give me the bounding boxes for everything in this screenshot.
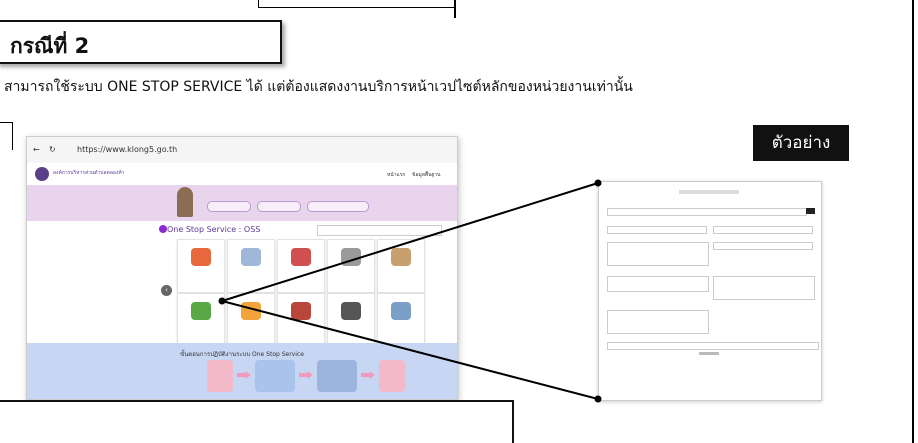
description-text: สามารถใช้ระบบ ONE STOP SERVICE ได้ แต่ต้…: [4, 79, 633, 95]
browser-address-bar: ← ↻ https://www.klong5.go.th: [27, 137, 457, 164]
bottom-panel: [0, 400, 514, 443]
oss-icon: [159, 225, 167, 233]
tree-icon: [191, 302, 211, 320]
form-textarea: [713, 276, 815, 300]
site-logo-icon: [35, 167, 49, 181]
calendar-icon: [341, 302, 361, 320]
carousel-prev-icon: ‹: [161, 285, 172, 296]
service-tile: [377, 239, 425, 293]
step-document-icon: [379, 360, 405, 392]
building-icon: [291, 248, 311, 266]
step-arrow-icon: [361, 371, 375, 379]
case-title-box: กรณีที่ 2: [0, 20, 282, 64]
camera-icon: [341, 248, 361, 266]
hero-field-2: [257, 201, 301, 212]
step-office-icon: [317, 360, 357, 392]
service-tile: [277, 293, 325, 347]
form-heading-bar: [679, 190, 739, 194]
site-name: องค์การบริหารส่วนตำบลคลองห้า: [53, 170, 125, 176]
nav-info: ข้อมูลพื้นฐาน: [412, 172, 441, 178]
form-submit-bar: [699, 352, 719, 355]
case-title: กรณีที่ 2: [10, 34, 90, 58]
hero-banner: [27, 185, 457, 221]
url-text: https://www.klong5.go.th: [77, 145, 178, 154]
step-arrow-icon: [299, 371, 313, 379]
step-meeting-icon: [255, 360, 295, 392]
form-input: [713, 242, 813, 250]
form-search-button: [806, 208, 815, 214]
nav-home: หน้าแรก: [387, 172, 406, 178]
hero-field-1: [207, 201, 251, 212]
service-tile: [227, 239, 275, 293]
frame-line-mid: [454, 0, 456, 18]
reload-icon: ↻: [49, 145, 56, 154]
form-screenshot: [598, 181, 822, 401]
site-header: องค์การบริหารส่วนตำบลคลองห้า หน้าแรก ข้อ…: [27, 163, 457, 186]
document-icon: [241, 248, 261, 266]
service-tile-complaint: [177, 293, 225, 347]
person-figure: [177, 187, 193, 217]
frame-line-left-vertical: [12, 122, 13, 150]
service-tile: [327, 239, 375, 293]
form-file-input: [607, 342, 819, 350]
oss-search-input: [317, 225, 442, 236]
website-screenshot: ← ↻ https://www.klong5.go.th องค์การบริห…: [26, 136, 458, 400]
frame-line-top: [258, 7, 454, 8]
service-tile: [177, 239, 225, 293]
bus-icon: [291, 302, 311, 320]
people-group-icon: [391, 302, 411, 320]
step-phone-icon: [207, 360, 233, 392]
form-input: [607, 226, 707, 234]
form-textarea: [607, 276, 709, 292]
hero-field-3: [307, 201, 369, 212]
steps-title: ขั้นตอนการปฏิบัติงานระบบ One Stop Servic…: [180, 351, 304, 358]
worker-icon: [391, 248, 411, 266]
frame-line-right: [912, 0, 914, 443]
service-tile: [277, 239, 325, 293]
form-textarea: [607, 310, 709, 334]
frame-line-left-bracket: [0, 122, 12, 123]
service-tile: [227, 293, 275, 347]
form-input: [713, 226, 813, 234]
steps-section: ขั้นตอนการปฏิบัติงานระบบ One Stop Servic…: [27, 343, 457, 399]
service-tile: [377, 293, 425, 347]
service-tile: [327, 293, 375, 347]
oss-title: One Stop Service : OSS: [167, 225, 261, 234]
back-arrow-icon: ←: [33, 145, 40, 154]
people-icon: [191, 248, 211, 266]
example-label: ตัวอย่าง: [753, 125, 849, 161]
step-arrow-icon: [237, 371, 251, 379]
chart-icon: [241, 302, 261, 320]
form-input: [607, 208, 807, 216]
form-textarea: [607, 242, 709, 266]
slide: กรณีที่ 2 สามารถใช้ระบบ ONE STOP SERVICE…: [0, 0, 918, 443]
